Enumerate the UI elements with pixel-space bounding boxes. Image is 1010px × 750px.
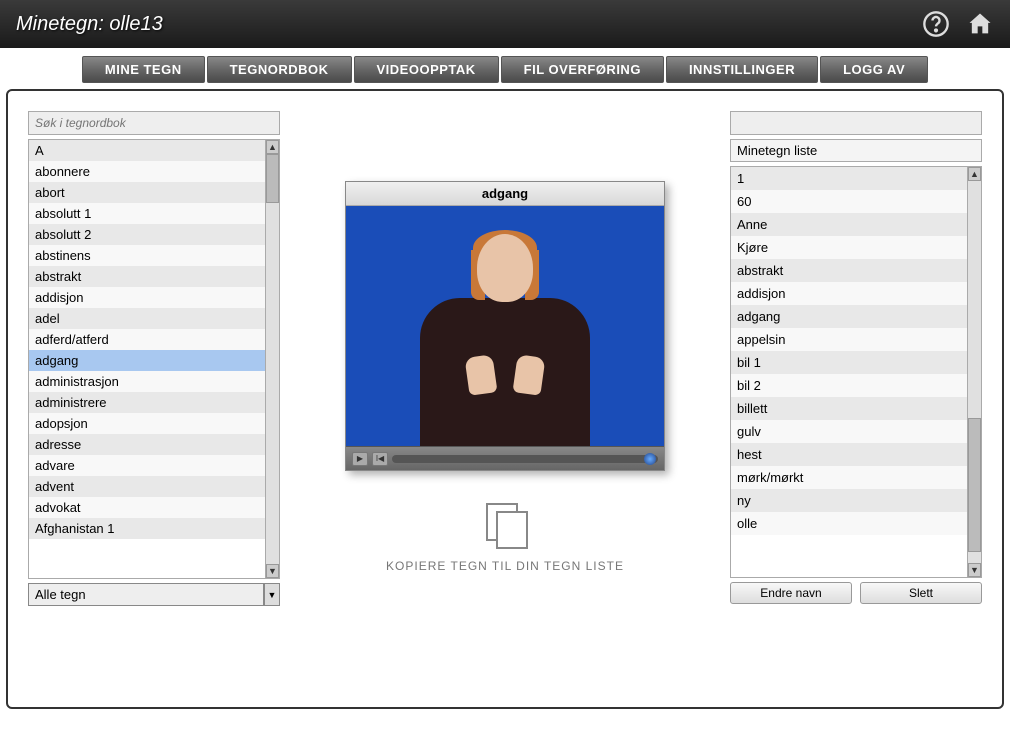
tab-innstillinger[interactable]: INNSTILLINGER xyxy=(666,56,818,83)
content-inner: Aabonnereabortabsolutt 1absolutt 2abstin… xyxy=(16,99,994,699)
right-list-container: 160AnneKjøreabstraktaddisjonadgangappels… xyxy=(730,166,982,578)
word-item[interactable]: abstrakt xyxy=(29,266,265,287)
copy-label: KOPIERE TEGN TIL DIN TEGN LISTE xyxy=(386,559,624,573)
delete-button[interactable]: Slett xyxy=(860,582,982,604)
tab-logg-av[interactable]: LOGG AV xyxy=(820,56,928,83)
list-item[interactable]: ny xyxy=(731,489,967,512)
copy-section: KOPIERE TEGN TIL DIN TEGN LISTE xyxy=(386,501,624,573)
video-area[interactable] xyxy=(346,206,664,446)
header-icons xyxy=(922,10,994,38)
nav-tabs: MINE TEGN TEGNORDBOK VIDEOOPPTAK FIL OVE… xyxy=(82,56,928,83)
right-list[interactable]: 160AnneKjøreabstraktaddisjonadgangappels… xyxy=(731,167,967,577)
filter-select[interactable]: Alle tegn ▼ xyxy=(28,583,280,606)
app-title: Minetegn: olle13 xyxy=(16,13,163,36)
video-title: adgang xyxy=(346,182,664,206)
list-item[interactable]: bil 2 xyxy=(731,374,967,397)
help-icon[interactable] xyxy=(922,10,950,38)
tab-tegnordbok[interactable]: TEGNORDBOK xyxy=(207,56,352,83)
list-item[interactable]: addisjon xyxy=(731,282,967,305)
word-item[interactable]: administrasjon xyxy=(29,371,265,392)
filter-select-value[interactable]: Alle tegn xyxy=(28,583,264,606)
word-item[interactable]: Afghanistan 1 xyxy=(29,518,265,539)
word-item[interactable]: adel xyxy=(29,308,265,329)
word-list[interactable]: Aabonnereabortabsolutt 1absolutt 2abstin… xyxy=(29,140,265,578)
video-seek-bar[interactable] xyxy=(392,455,658,463)
scroll-down-icon[interactable]: ▼ xyxy=(968,563,981,577)
nav-wrapper: MINE TEGN TEGNORDBOK VIDEOOPPTAK FIL OVE… xyxy=(0,48,1010,83)
header-bar: Minetegn: olle13 xyxy=(0,0,1010,48)
list-item[interactable]: Kjøre xyxy=(731,236,967,259)
word-item[interactable]: A xyxy=(29,140,265,161)
list-item[interactable]: billett xyxy=(731,397,967,420)
list-item[interactable]: olle xyxy=(731,512,967,535)
video-controls: ▶ I◀ xyxy=(346,446,664,470)
word-item[interactable]: advare xyxy=(29,455,265,476)
word-item[interactable]: abstinens xyxy=(29,245,265,266)
left-panel: Aabonnereabortabsolutt 1absolutt 2abstin… xyxy=(28,111,280,687)
word-item[interactable]: adferd/atferd xyxy=(29,329,265,350)
scroll-thumb[interactable] xyxy=(968,418,981,552)
skip-back-icon[interactable]: I◀ xyxy=(372,452,388,466)
word-item[interactable]: abonnere xyxy=(29,161,265,182)
list-item[interactable]: adgang xyxy=(731,305,967,328)
word-list-container: Aabonnereabortabsolutt 1absolutt 2abstin… xyxy=(28,139,280,579)
tab-videoopptak[interactable]: VIDEOOPPTAK xyxy=(354,56,499,83)
scroll-up-icon[interactable]: ▲ xyxy=(266,140,279,154)
word-item[interactable]: absolutt 1 xyxy=(29,203,265,224)
word-item[interactable]: administrere xyxy=(29,392,265,413)
list-item[interactable]: Anne xyxy=(731,213,967,236)
word-item[interactable]: adopsjon xyxy=(29,413,265,434)
list-item[interactable]: mørk/mørkt xyxy=(731,466,967,489)
search-input[interactable] xyxy=(28,111,280,135)
scroll-track[interactable] xyxy=(968,181,981,563)
right-scrollbar[interactable]: ▲ ▼ xyxy=(967,167,981,577)
chevron-down-icon[interactable]: ▼ xyxy=(264,583,280,606)
tab-fil-overforing[interactable]: FIL OVERFØRING xyxy=(501,56,664,83)
word-item[interactable]: advent xyxy=(29,476,265,497)
video-box: adgang ▶ I◀ xyxy=(345,181,665,471)
word-item[interactable]: addisjon xyxy=(29,287,265,308)
right-buttons: Endre navn Slett xyxy=(730,582,982,604)
play-icon[interactable]: ▶ xyxy=(352,452,368,466)
copy-icon[interactable] xyxy=(482,501,528,547)
list-item[interactable]: abstrakt xyxy=(731,259,967,282)
rename-button[interactable]: Endre navn xyxy=(730,582,852,604)
word-list-scrollbar[interactable]: ▲ ▼ xyxy=(265,140,279,578)
word-item[interactable]: abort xyxy=(29,182,265,203)
right-title-bar xyxy=(730,111,982,135)
scroll-down-icon[interactable]: ▼ xyxy=(266,564,279,578)
word-item[interactable]: adgang xyxy=(29,350,265,371)
tab-mine-tegn[interactable]: MINE TEGN xyxy=(82,56,205,83)
content-frame: Aabonnereabortabsolutt 1absolutt 2abstin… xyxy=(6,89,1004,709)
sign-person xyxy=(405,226,605,446)
word-item[interactable]: advokat xyxy=(29,497,265,518)
list-item[interactable]: 60 xyxy=(731,190,967,213)
list-item[interactable]: appelsin xyxy=(731,328,967,351)
right-panel: Minetegn liste 160AnneKjøreabstraktaddis… xyxy=(730,111,982,687)
list-item[interactable]: gulv xyxy=(731,420,967,443)
scroll-up-icon[interactable]: ▲ xyxy=(968,167,981,181)
word-item[interactable]: absolutt 2 xyxy=(29,224,265,245)
scroll-thumb[interactable] xyxy=(266,154,279,203)
right-list-header: Minetegn liste xyxy=(730,139,982,162)
list-item[interactable]: 1 xyxy=(731,167,967,190)
word-item[interactable]: adresse xyxy=(29,434,265,455)
list-item[interactable]: bil 1 xyxy=(731,351,967,374)
scroll-track[interactable] xyxy=(266,154,279,564)
list-item[interactable]: hest xyxy=(731,443,967,466)
center-panel: adgang ▶ I◀ KOP xyxy=(290,111,720,687)
home-icon[interactable] xyxy=(966,10,994,38)
